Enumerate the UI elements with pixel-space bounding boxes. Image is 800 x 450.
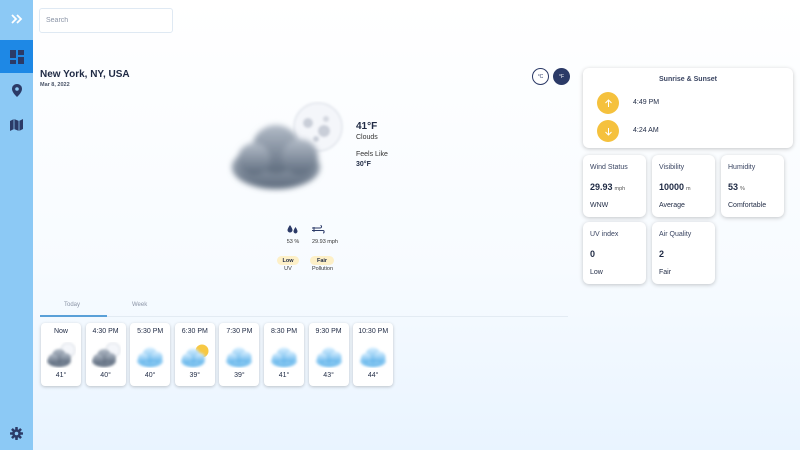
current-condition: Clouds <box>356 134 378 141</box>
hourly-temperature: 40° <box>100 372 111 379</box>
gear-icon <box>10 427 23 440</box>
hourly-card[interactable]: 7:30 PM 39° <box>219 323 260 386</box>
humidity-card: Humidity 53% Comfortable <box>721 155 784 217</box>
current-temperature: 41°F <box>356 121 378 132</box>
feels-like-value: 30°F <box>356 161 371 168</box>
hourly-time: 6:30 PM <box>181 328 208 335</box>
sidebar-item-map[interactable] <box>0 108 33 141</box>
uv-index-value: 0 <box>590 249 596 259</box>
pollution-label: Pollution <box>311 266 334 272</box>
humidity-rating: Comfortable <box>728 202 767 209</box>
search-input[interactable] <box>39 8 173 33</box>
hourly-temperature: 41° <box>278 372 290 379</box>
air-quality-card: Air Quality 2 Fair <box>652 222 715 284</box>
visibility-value: 10000 m <box>659 182 691 192</box>
cloudy-night-icon <box>91 342 120 367</box>
cloud-icon <box>226 347 253 367</box>
visibility-title: Visibility <box>659 164 685 171</box>
hourly-temperature: 43° <box>323 372 334 379</box>
hourly-time: 5:30 PM <box>137 328 164 335</box>
sunset-icon <box>597 120 619 142</box>
hourly-card[interactable]: 9:30 PM 43° <box>308 323 349 386</box>
humidity-mini-value: 53 % <box>286 239 300 245</box>
hourly-time: 8:30 PM <box>270 328 298 335</box>
hourly-card[interactable]: 6:30 PM 39° <box>174 323 215 386</box>
hourly-time: 4:30 PM <box>92 328 119 335</box>
air-quality-rating: Fair <box>659 269 672 276</box>
fahrenheit-toggle[interactable]: °F <box>553 68 570 85</box>
water-drops-icon <box>287 225 298 234</box>
sidebar <box>0 0 33 450</box>
air-quality-value: 2 <box>659 249 665 259</box>
hourly-card[interactable]: 4:30 PM 40° <box>85 323 126 386</box>
wind-status-value: 29.93 mph <box>590 182 626 192</box>
active-tab-indicator <box>40 315 107 317</box>
sunrise-sunset-title: Sunrise & Sunset <box>659 76 717 83</box>
hourly-time: Now <box>53 328 68 335</box>
hourly-time: 10:30 PM <box>358 328 389 335</box>
sunrise-time: 4:49 PM <box>633 99 660 106</box>
location-pin-icon <box>11 84 22 97</box>
hourly-temperature: 40° <box>144 372 156 379</box>
wind-status-title: Wind Status <box>590 164 628 171</box>
air-quality-title: Air Quality <box>659 231 692 238</box>
hourly-time: 7:30 PM <box>226 328 253 335</box>
sidebar-item-dashboard[interactable] <box>0 40 33 73</box>
hourly-temperature: 44° <box>367 372 379 379</box>
wind-icon <box>312 225 325 234</box>
hourly-temperature: 39° <box>189 372 201 379</box>
humidity-value: 53% <box>728 182 745 192</box>
cloudy-night-icon <box>47 342 76 367</box>
feels-like-label: Feels Like <box>356 151 388 158</box>
location-title: New York, NY, USA <box>40 69 130 80</box>
location-date: Mar 8, 2022 <box>40 82 70 88</box>
cloud-icon <box>315 347 342 367</box>
tab-divider <box>40 316 568 317</box>
hourly-temperature: 39° <box>234 372 245 379</box>
pollution-level-badge: Fair <box>310 256 334 265</box>
sunrise-sunset-card: Sunrise & Sunset 4:49 PM 4:24 AM <box>583 68 793 148</box>
cloud-icon <box>360 347 387 367</box>
hourly-card[interactable]: Now 41° <box>41 323 81 386</box>
sunset-time: 4:24 AM <box>633 127 659 134</box>
hourly-card[interactable]: 10:30 PM 44° <box>353 323 394 386</box>
cloud-icon <box>271 347 297 367</box>
tab-today[interactable]: Today <box>64 302 80 308</box>
tab-week[interactable]: Week <box>132 302 147 308</box>
hourly-card[interactable]: 5:30 PM 40° <box>130 323 171 386</box>
visibility-card: Visibility 10000 m Average <box>652 155 715 217</box>
wind-direction: WNW <box>590 202 609 209</box>
dashboard-icon <box>9 49 24 64</box>
hourly-temperature: 41° <box>55 372 67 379</box>
celsius-toggle[interactable]: °C <box>532 68 549 85</box>
cloudy-night-icon <box>232 102 343 189</box>
expand-sidebar-button[interactable] <box>0 2 33 35</box>
uv-index-rating: Low <box>590 269 603 276</box>
wind-status-card: Wind Status 29.93 mph WNW <box>583 155 646 217</box>
cloud-icon <box>137 347 164 367</box>
hourly-time: 9:30 PM <box>315 328 342 335</box>
map-icon <box>10 118 23 131</box>
sidebar-item-location[interactable] <box>0 74 33 107</box>
uv-index-card: UV index 0 Low <box>583 222 646 284</box>
hourly-card[interactable]: 8:30 PM 41° <box>264 323 304 386</box>
visibility-rating: Average <box>659 202 685 209</box>
humidity-title: Humidity <box>728 164 756 171</box>
partly-sunny-icon <box>180 344 209 367</box>
wind-mini-value: 29.93 mph <box>312 239 338 245</box>
uv-label: UV <box>284 266 292 272</box>
double-chevron-right-icon <box>10 13 22 24</box>
settings-button[interactable] <box>0 417 33 450</box>
uv-index-title: UV index <box>590 231 619 238</box>
uv-level-badge: Low <box>277 256 299 265</box>
sunrise-icon <box>597 92 619 114</box>
